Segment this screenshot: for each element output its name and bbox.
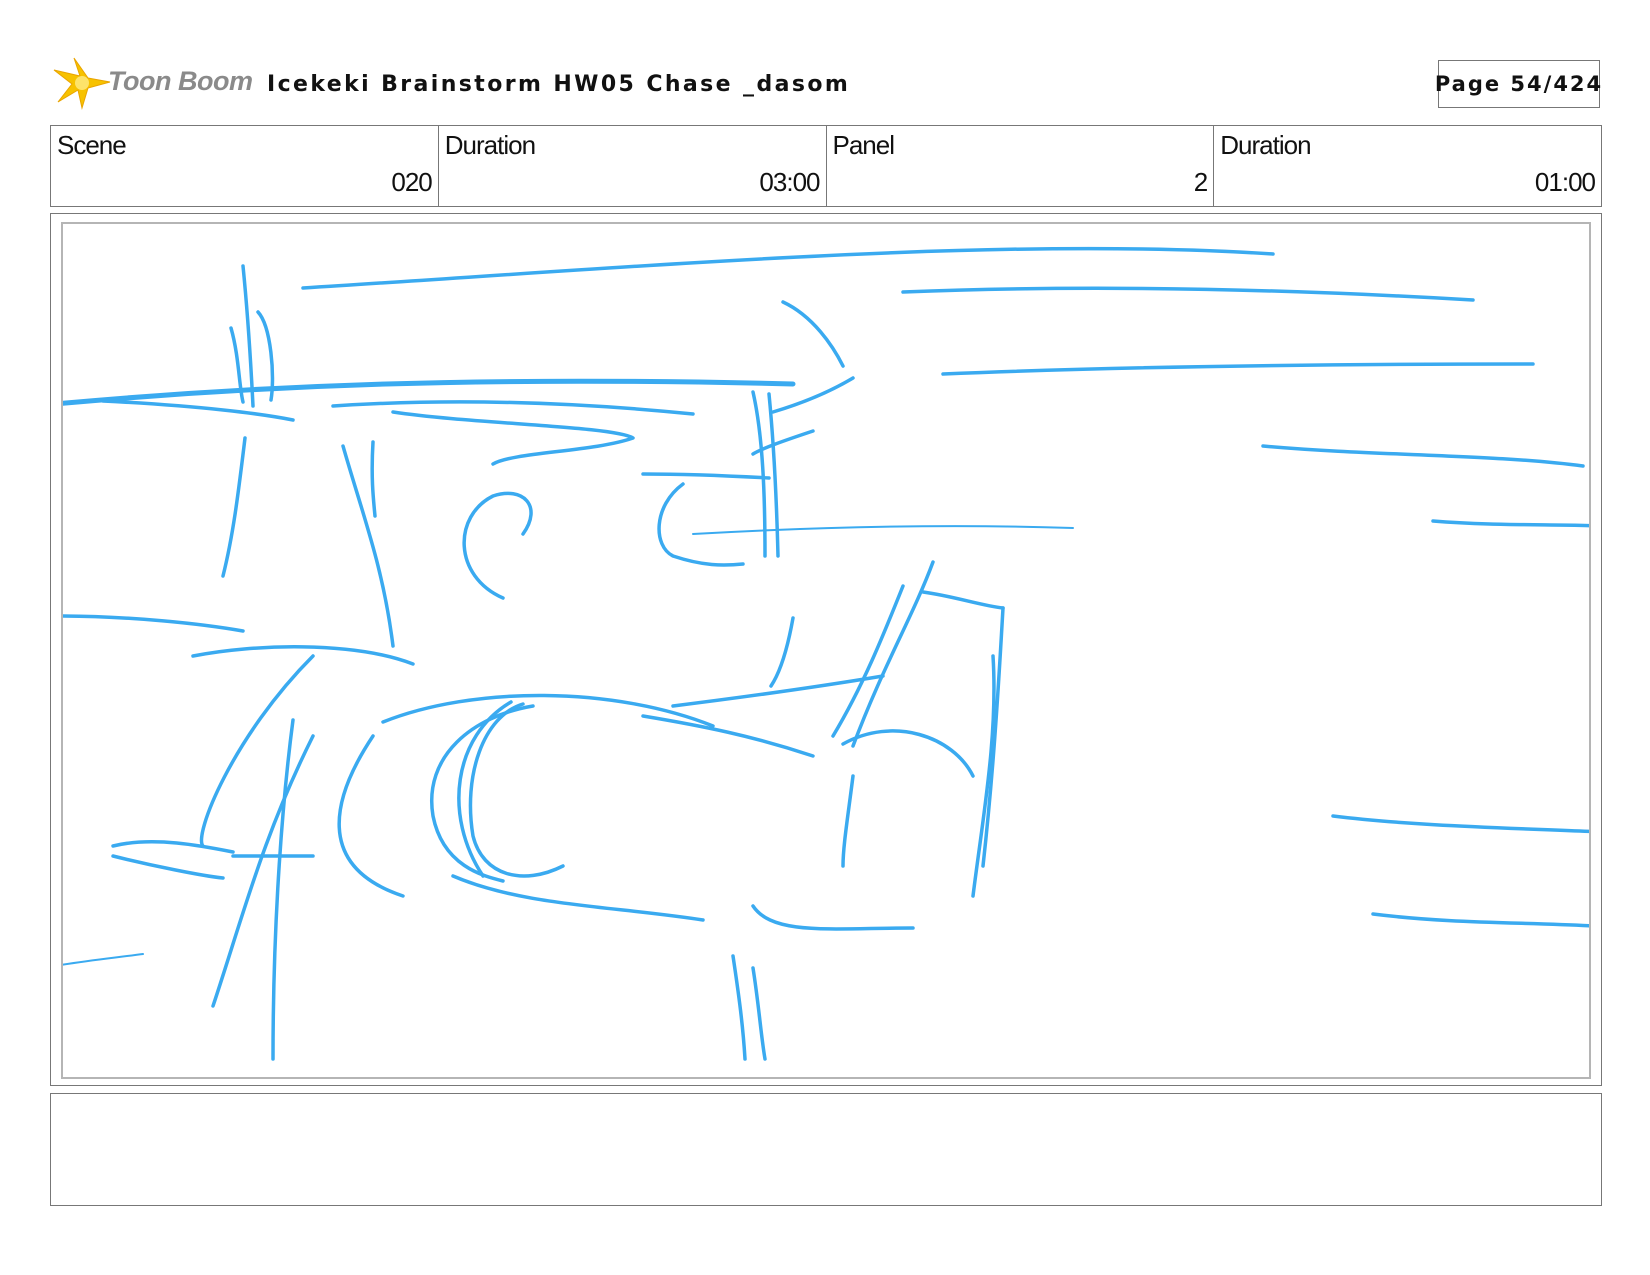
panel-notes-box (50, 1093, 1602, 1206)
scene-duration-value: 03:00 (759, 167, 820, 197)
panel-drawing-area (61, 222, 1591, 1079)
scene-duration-label: Duration (444, 130, 536, 160)
star-burst-icon (53, 57, 111, 110)
storyboard-panel (50, 213, 1602, 1086)
rough-sketch-drawing (63, 246, 1589, 1061)
document-title: Icekeki Brainstorm HW05 Chase _dasom (267, 72, 851, 97)
panel-info-row: Scene 020 Duration 03:00 Panel 2 Duratio… (50, 125, 1602, 207)
logo-text: Toon Boom (108, 66, 253, 96)
panel-duration-label: Duration (1220, 130, 1311, 160)
panel-duration-value: 01:00 (1534, 167, 1596, 197)
page-number-box: Page 54/424 (1434, 60, 1604, 108)
panel-value: 2 (1193, 167, 1209, 197)
scene-cell: Scene 020 (51, 126, 439, 206)
scene-label: Scene (57, 130, 127, 160)
page-number-label: Page 54/424 (1434, 72, 1604, 96)
scene-duration-cell: Duration 03:00 (439, 126, 827, 206)
panel-label: Panel (832, 130, 895, 160)
panel-cell: Panel 2 (827, 126, 1215, 206)
toon-boom-logo: Toon Boom (52, 56, 253, 112)
panel-duration-cell: Duration 01:00 (1214, 126, 1601, 206)
scene-value: 020 (391, 167, 432, 197)
